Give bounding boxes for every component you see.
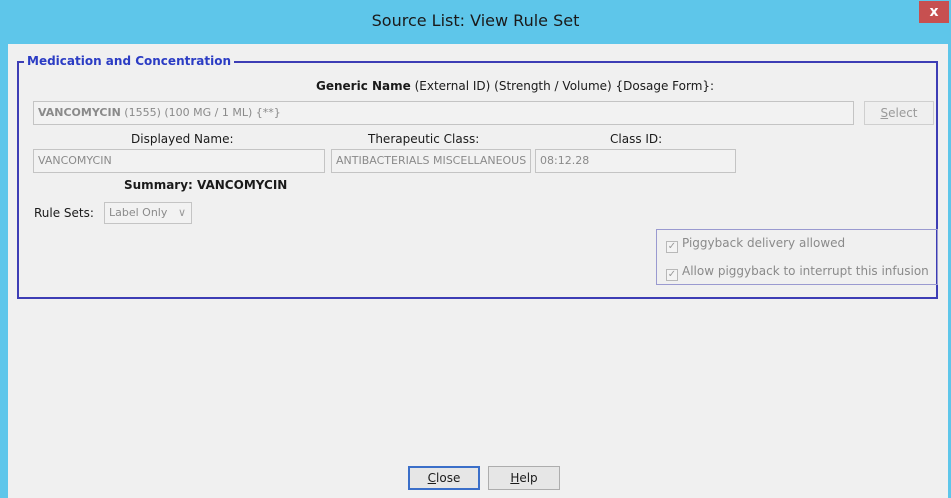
rule-sets-label: Rule Sets: (34, 206, 94, 220)
displayed-name-field: VANCOMYCIN (33, 149, 325, 173)
generic-name-header-bold: Generic Name (316, 79, 411, 93)
therapeutic-class-label: Therapeutic Class: (368, 132, 480, 146)
checkmark-icon: ✓ (667, 241, 677, 252)
help-button-label: elp (519, 471, 538, 485)
window-title: Source List: View Rule Set (371, 11, 580, 30)
dialog-window: Source List: View Rule Set x Medication … (0, 0, 951, 498)
piggyback-allowed-option[interactable]: ✓ Piggyback delivery allowed (666, 236, 845, 253)
select-button[interactable]: Select (864, 101, 934, 125)
generic-name-value-bold: VANCOMYCIN (38, 106, 121, 119)
piggyback-allowed-checkbox[interactable]: ✓ (666, 241, 678, 253)
class-id-label: Class ID: (610, 132, 663, 146)
close-window-button[interactable]: x (919, 1, 949, 23)
class-id-field: 08:12.28 (535, 149, 736, 173)
medication-group-title: Medication and Concentration (24, 54, 234, 68)
close-button-label: lose (436, 471, 461, 485)
therapeutic-class-field: ANTIBACTERIALS MISCELLANEOUS (331, 149, 531, 173)
generic-name-header: Generic Name (External ID) (Strength / V… (316, 79, 714, 93)
piggyback-interrupt-checkbox[interactable]: ✓ (666, 269, 678, 281)
displayed-name-label: Displayed Name: (131, 132, 234, 146)
summary-label: Summary: VANCOMYCIN (124, 178, 288, 192)
piggyback-interrupt-option[interactable]: ✓ Allow piggyback to interrupt this infus… (666, 264, 929, 281)
close-button[interactable]: Close (408, 466, 480, 490)
help-button[interactable]: Help (488, 466, 560, 490)
chevron-down-icon: ∨ (177, 206, 186, 219)
close-button-mnemonic: C (427, 471, 437, 485)
generic-name-header-rest: (External ID) (Strength / Volume) {Dosag… (410, 79, 715, 93)
close-icon: x (929, 4, 939, 20)
select-button-mnemonic: S (880, 106, 889, 120)
piggyback-interrupt-label: Allow piggyback to interrupt this infusi… (682, 264, 929, 278)
generic-name-value-rest: (1555) (100 MG / 1 ML) {**} (120, 106, 281, 119)
checkmark-icon: ✓ (667, 269, 677, 280)
title-bar[interactable]: Source List: View Rule Set x (0, 0, 951, 44)
piggyback-allowed-label: Piggyback delivery allowed (682, 236, 846, 250)
rule-sets-select[interactable]: Label Only ∨ (104, 202, 192, 224)
help-button-mnemonic: H (510, 471, 520, 485)
select-button-label: elect (888, 106, 918, 120)
generic-name-field: VANCOMYCIN (1555) (100 MG / 1 ML) {**} (33, 101, 854, 125)
rule-sets-selected-value: Label Only (109, 206, 168, 219)
